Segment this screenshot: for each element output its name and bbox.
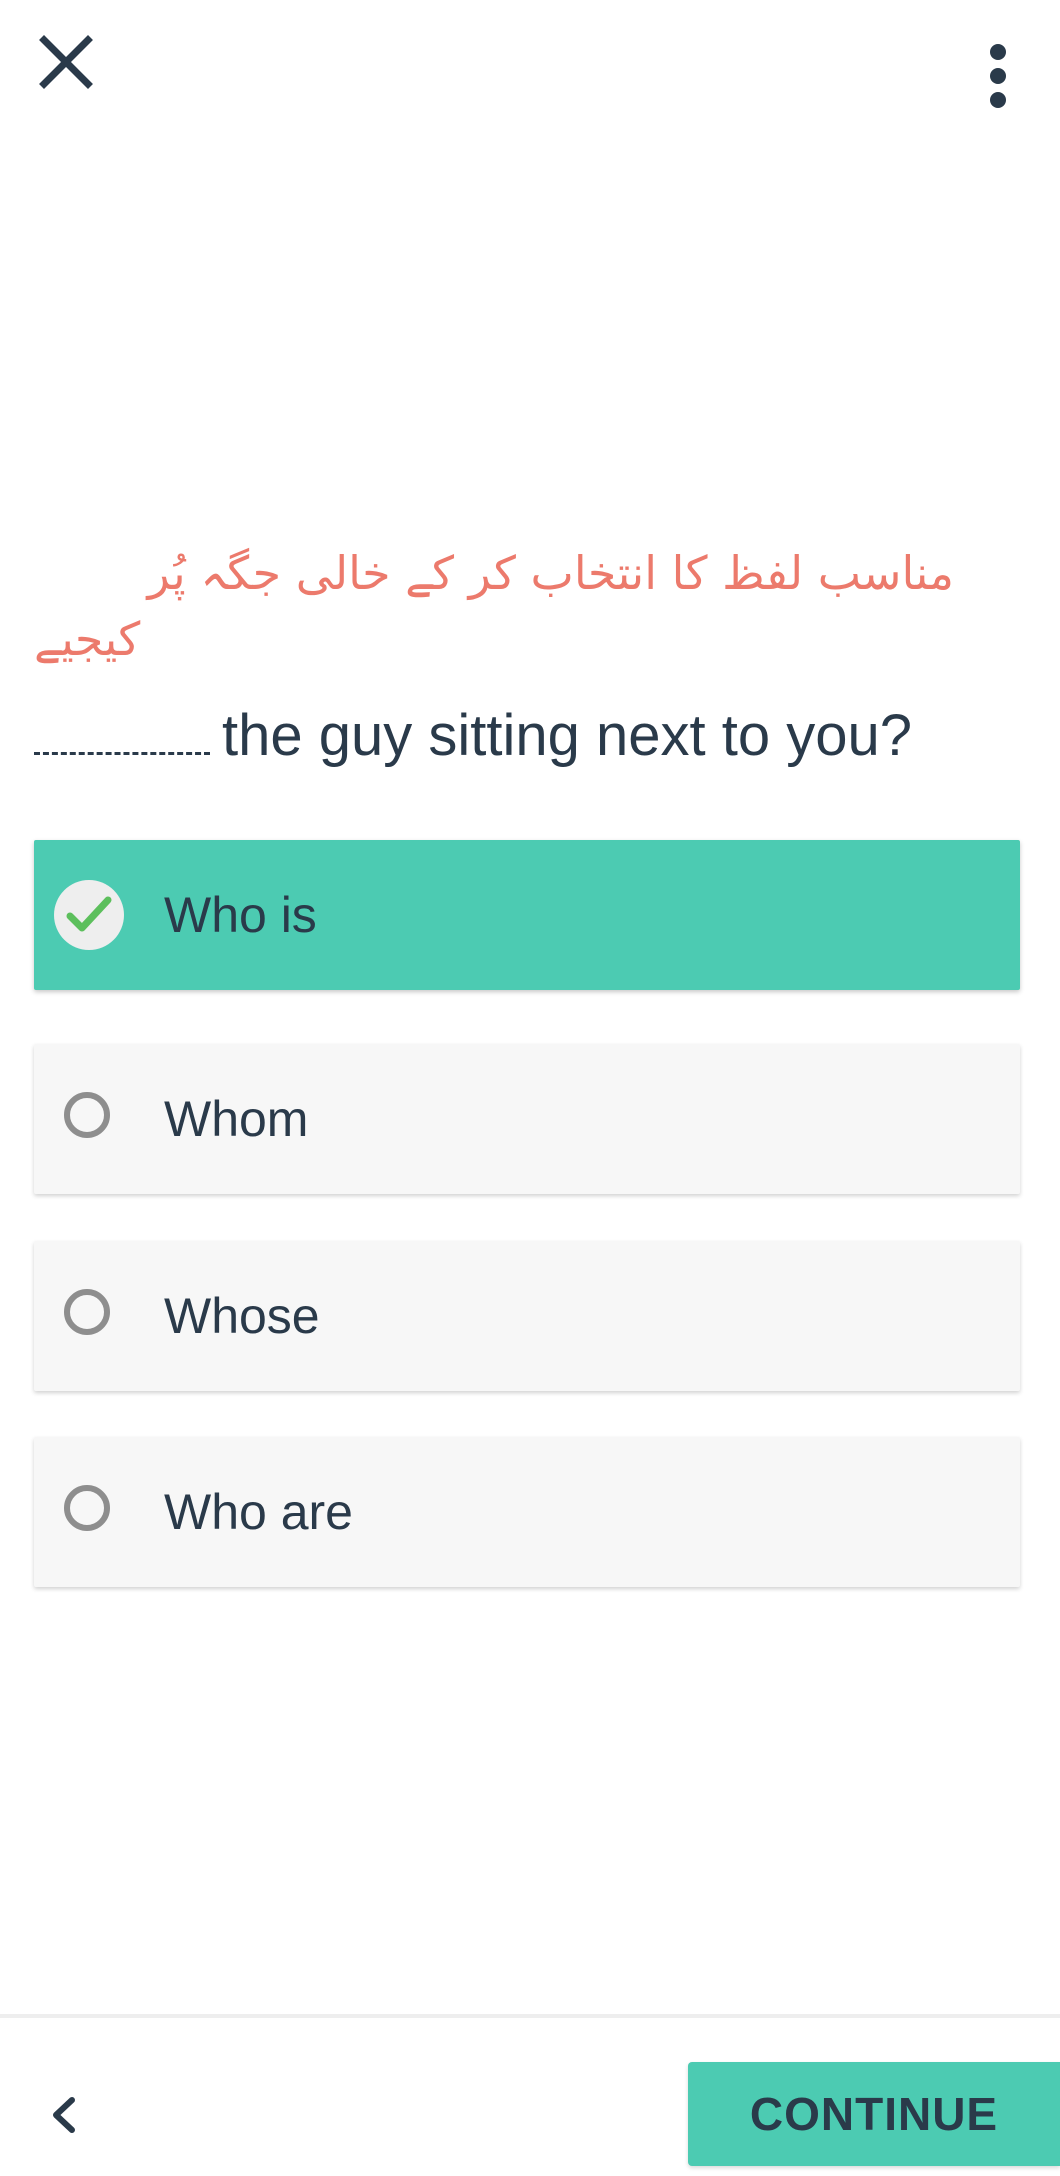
more-options-button[interactable] (978, 44, 1018, 114)
radio-unchecked-icon (64, 1092, 110, 1138)
close-button[interactable] (34, 30, 98, 94)
more-vertical-icon (978, 44, 1018, 108)
question-text: the guy sitting next to you? (222, 703, 912, 768)
instruction-line-2: کیجیے (34, 612, 141, 666)
option-who-are[interactable]: Who are (34, 1437, 1020, 1587)
quiz-screen: مناسب لفظ کا انتخاب کر کے خالی جگہ پُر ک… (0, 0, 1060, 2176)
chevron-left-icon (53, 2097, 75, 2133)
radio-unchecked-icon (64, 1289, 110, 1335)
continue-button[interactable]: CONTINUE (688, 2062, 1060, 2166)
instruction-line-1: مناسب لفظ کا انتخاب کر کے خالی جگہ پُر (147, 546, 954, 600)
option-whom[interactable]: Whom (34, 1044, 1020, 1194)
answer-blank (34, 702, 210, 755)
footer-divider (0, 2014, 1060, 2018)
option-who-is[interactable]: Who is (34, 840, 1020, 990)
back-button[interactable] (40, 2090, 90, 2140)
option-label: Who are (164, 1484, 353, 1540)
check-circle-icon (54, 880, 124, 950)
question-sentence: the guy sitting next to you? (34, 700, 1034, 772)
option-label: Whose (164, 1288, 320, 1344)
close-icon (39, 35, 93, 89)
option-label: Who is (164, 887, 317, 943)
option-whose[interactable]: Whose (34, 1241, 1020, 1391)
radio-unchecked-icon (64, 1485, 110, 1531)
option-label: Whom (164, 1091, 309, 1147)
instruction-text: مناسب لفظ کا انتخاب کر کے خالی جگہ پُر ک… (34, 540, 954, 672)
